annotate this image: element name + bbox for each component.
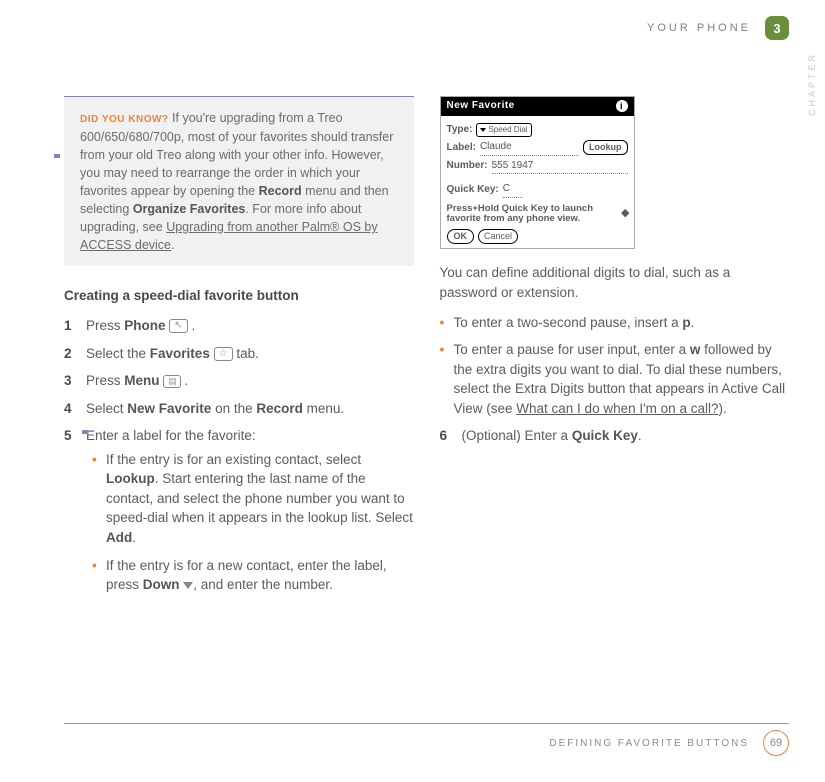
step-bold: Quick Key <box>572 428 638 443</box>
scroll-indicator-icon[interactable]: ◆ <box>621 206 629 222</box>
body-paragraph: You can define additional digits to dial… <box>440 263 790 302</box>
footer-rule <box>64 723 789 724</box>
number-label: Number: <box>447 159 488 174</box>
step-text: . <box>188 318 196 333</box>
step-text: Press <box>86 373 124 388</box>
dialog-title: New Favorite <box>447 99 515 114</box>
step-number: 6 <box>440 426 462 446</box>
body-text: ). <box>718 401 726 416</box>
step-text: Press <box>86 318 124 333</box>
body-text: . <box>691 315 695 330</box>
steps-list-continued: 6 (Optional) Enter a Quick Key. <box>440 426 790 446</box>
step-text: menu. <box>303 401 344 416</box>
step-bold: Record <box>256 401 303 416</box>
type-value: Speed Dial <box>488 124 527 136</box>
step-number: 5 <box>64 426 86 603</box>
body-link[interactable]: What can I do when I'm on a call? <box>516 401 718 416</box>
did-you-know-box: DID YOU KNOW? If you're upgrading from a… <box>64 96 414 266</box>
chapter-number-badge: 3 <box>765 16 789 40</box>
label-label: Label: <box>447 141 476 156</box>
screenshot-new-favorite: New Favorite i Type: Speed Dial Label: Cla… <box>440 96 635 249</box>
sub-bold: Add <box>106 530 132 545</box>
quickkey-label: Quick Key: <box>447 183 499 198</box>
step-text: (Optional) Enter a <box>462 428 572 443</box>
bullet-icon: • <box>92 450 106 548</box>
step-number: 1 <box>64 316 86 336</box>
step-text: Enter a label for the favorite: <box>86 428 256 443</box>
info-icon[interactable]: i <box>616 100 628 112</box>
step-bold: Menu <box>124 373 159 388</box>
sub-text: , and enter the number. <box>193 577 333 592</box>
sub-text: If the entry is for an existing contact,… <box>106 452 361 467</box>
sub-text: . <box>132 530 136 545</box>
bullet-icon: • <box>440 340 454 418</box>
steps-list: 1 Press Phone ↖ . 2 Select the Favorites… <box>64 316 414 603</box>
dyk-bold: Record <box>259 184 302 198</box>
cancel-button[interactable]: Cancel <box>478 229 518 244</box>
quickkey-hint: Press+Hold Quick Key to launch favorite … <box>447 204 628 226</box>
chevron-down-icon <box>480 128 486 132</box>
step-text: . <box>638 428 642 443</box>
menu-icon: ▤ <box>163 375 181 388</box>
type-label: Type: <box>447 123 473 138</box>
body-text: To enter a two-second pause, insert a <box>454 315 683 330</box>
type-select[interactable]: Speed Dial <box>476 123 531 137</box>
step-number: 4 <box>64 399 86 419</box>
chapter-side-label: CHAPTER <box>807 52 817 116</box>
star-icon: ☆ <box>214 347 233 361</box>
phone-icon: ↖ <box>169 319 187 333</box>
header-section: YOUR PHONE <box>647 22 751 34</box>
step-bold: New Favorite <box>127 401 211 416</box>
sub-bold: Lookup <box>106 471 155 486</box>
margin-marker <box>54 154 60 158</box>
number-field[interactable]: 555 1947 <box>492 159 628 175</box>
step-text: tab. <box>233 346 259 361</box>
body-text: To enter a pause for user input, enter a <box>454 342 690 357</box>
lookup-button[interactable]: Lookup <box>583 140 628 155</box>
step-number: 2 <box>64 344 86 364</box>
body-bold: w <box>690 342 701 357</box>
bullet-icon: • <box>92 556 106 595</box>
body-bold: p <box>682 315 690 330</box>
label-field[interactable]: Claude <box>480 140 579 156</box>
ok-button[interactable]: OK <box>447 229 475 244</box>
step-text: Select the <box>86 346 150 361</box>
step-text: on the <box>211 401 256 416</box>
did-you-know-label: DID YOU KNOW? <box>80 114 169 125</box>
step-text: Select <box>86 401 127 416</box>
sub-bold: Down <box>143 577 180 592</box>
step-bold: Favorites <box>150 346 210 361</box>
dyk-bold: Organize Favorites <box>133 202 246 216</box>
step-bold: Phone <box>124 318 165 333</box>
quickkey-field[interactable]: C <box>503 182 523 198</box>
down-arrow-icon <box>183 582 193 589</box>
bullet-icon: • <box>440 313 454 333</box>
page-number: 69 <box>763 730 789 756</box>
footer-section: DEFINING FAVORITE BUTTONS <box>549 738 749 749</box>
section-heading: Creating a speed-dial favorite button <box>64 286 414 306</box>
step-text: . <box>181 373 189 388</box>
margin-marker <box>82 430 88 434</box>
dyk-text: . <box>171 238 174 252</box>
step-number: 3 <box>64 371 86 391</box>
